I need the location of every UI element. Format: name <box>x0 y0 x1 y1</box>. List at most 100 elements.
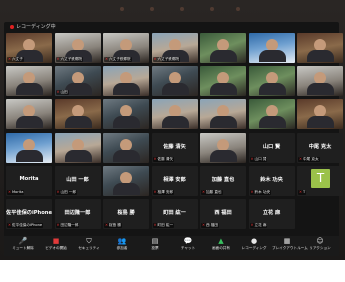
participant-tile[interactable]: 田辺隆一郎 ✕田辺隆一郎 <box>54 199 101 229</box>
participant-tile[interactable]: 中尾 克太 ✕中尾 克太 <box>297 132 343 163</box>
participant-tile[interactable]: ✕六丈子鉄郷院 <box>103 33 149 63</box>
participant-tile[interactable] <box>200 99 246 130</box>
participant-tile[interactable] <box>6 132 52 163</box>
participant-tile[interactable] <box>103 66 149 97</box>
muted-mic-icon: ✕ <box>153 156 157 161</box>
chat-button[interactable]: 💬 チャット <box>173 237 203 255</box>
participant-tile[interactable]: 町田 紘一 ✕町田 紘一 <box>151 199 198 229</box>
poll-button[interactable]: ▤ 投票 <box>140 237 170 255</box>
participant-tile[interactable]: 立花 麻 ✕立花 麻 <box>248 199 295 229</box>
muted-mic-icon: ✕ <box>202 223 206 227</box>
participant-name-text: 中尾 克太 <box>303 156 319 161</box>
participant-name-text: 鈴木 功央 <box>254 189 271 194</box>
video-button[interactable]: ■ ビデオの開始 <box>41 237 71 255</box>
participant-tile[interactable] <box>151 99 198 130</box>
participant-tile[interactable]: ✕山田 <box>54 66 101 97</box>
participant-tile[interactable]: 佐平佳保のiPhone ✕佐平佳保のiPhone <box>6 199 52 229</box>
participant-tile[interactable] <box>200 132 246 163</box>
participant-name-text: 六丈子鉄郷院 <box>60 57 83 61</box>
participant-tile[interactable]: ✕六丈子鉄郷院 <box>151 33 198 63</box>
participant-tile[interactable]: 山田 一郎 ✕山田 一郎 <box>54 165 101 196</box>
participant-name-text: 山田 <box>60 90 68 95</box>
meeting-toolbar: 🎤 ミュート解除 ■ ビデオの開始 ⛉ セキュリティ 👥 参加者 ▤ 投票 💬 チャット ▲ 画面の共有 ●… <box>4 236 339 256</box>
participants-button[interactable]: 👥 参加者 <box>107 237 137 255</box>
participant-tile[interactable] <box>297 99 343 130</box>
participant-name-display: 桜島 勝 <box>117 210 135 216</box>
participant-tile[interactable] <box>248 66 295 97</box>
participant-tile[interactable]: 西 福田 ✕西 福田 <box>200 199 246 229</box>
breakout-label: ブレイクアウトルーム <box>272 246 308 250</box>
participant-name-label: ✕町田 紘一 <box>152 223 175 228</box>
participant-face <box>217 138 229 151</box>
participant-tile[interactable]: 鈴木 功央 ✕鈴木 功央 <box>248 165 295 196</box>
participant-name-label: ✕六丈子鉄郷院 <box>55 57 84 62</box>
muted-mic-icon: ✕ <box>153 223 157 227</box>
participant-name-text: 立花 麻 <box>254 223 267 227</box>
participant-face <box>23 138 35 151</box>
participant-face <box>71 138 84 151</box>
muted-mic-icon: ✕ <box>299 156 303 161</box>
participant-name-label: ✕中尾 克太 <box>298 156 320 162</box>
mute-icon: 🎤 <box>18 237 28 245</box>
participant-body <box>113 182 140 195</box>
participant-tile[interactable] <box>54 132 101 163</box>
recording-label: レコーディング中 <box>16 24 56 30</box>
participant-name-display: 鈴木 功央 <box>260 176 283 183</box>
participant-tile[interactable] <box>103 132 149 163</box>
participant-tile[interactable] <box>248 99 295 130</box>
record-button[interactable]: ● レコーディング <box>239 237 269 255</box>
participant-name-label: ✕立花 麻 <box>249 223 268 228</box>
participant-tile[interactable] <box>248 33 295 63</box>
participant-name-label: ✕桜島 勝 <box>104 223 122 228</box>
participant-tile[interactable] <box>54 99 101 130</box>
participant-name-display: 西 福田 <box>214 210 232 216</box>
chat-icon: 💬 <box>183 237 193 245</box>
participant-tile[interactable] <box>297 33 343 63</box>
participant-name-text: 町田 紘一 <box>157 223 174 227</box>
breakout-button[interactable]: ▦ ブレイクアウトルーム <box>272 237 308 255</box>
participant-tile[interactable] <box>297 66 343 97</box>
participant-face <box>120 138 132 151</box>
muted-mic-icon: ✕ <box>8 57 12 61</box>
security-button[interactable]: ⛉ セキュリティ <box>74 237 104 255</box>
participant-name-label: ✕六丈子鉄郷院 <box>152 57 181 62</box>
participant-tile[interactable]: 佐藤 清矢 ✕佐藤 清矢 <box>151 132 198 163</box>
participant-tile[interactable] <box>200 33 246 63</box>
participant-name-display: 相澤 安郎 <box>163 176 186 183</box>
participant-name-label: ✕T <box>298 189 307 195</box>
mute-button[interactable]: 🎤 ミュート解除 <box>8 237 38 255</box>
share-screen-button[interactable]: ▲ 画面の共有 <box>206 237 236 255</box>
participant-tile[interactable]: 加藤 直也 ✕加藤 直也 <box>200 165 246 196</box>
participant-body <box>258 116 286 129</box>
participants-label: 参加者 <box>116 246 128 250</box>
participant-tile[interactable] <box>103 165 149 196</box>
muted-mic-icon: ✕ <box>202 189 206 194</box>
meeting-window: レコーディング中 ✕六丈子 ✕六丈子鉄郷院 ✕六丈子鉄郷院 ✕六丈子鉄郷院 ✕山田 佐藤 … <box>4 22 343 256</box>
participant-tile[interactable]: Morita ✕Morita <box>6 165 52 196</box>
participant-tile[interactable]: 山口 賢 ✕山口 賢 <box>248 132 295 163</box>
participant-tile[interactable]: ✕六丈子 <box>6 33 52 63</box>
participant-name-text: 田辺隆一郎 <box>60 223 79 227</box>
share-screen-label: 画面の共有 <box>212 246 230 250</box>
participant-tile[interactable] <box>151 66 198 97</box>
participant-body <box>210 116 237 129</box>
participant-tile[interactable]: 相澤 安郎 ✕相澤 安郎 <box>151 165 198 196</box>
participant-name-display: 町田 紘一 <box>163 210 186 216</box>
participant-name-label: ✕Morita <box>7 189 25 195</box>
participant-tile[interactable] <box>200 66 246 97</box>
participant-name-text: 六丈子鉄郷院 <box>157 57 180 61</box>
participant-tile[interactable] <box>6 66 52 97</box>
participant-name-label: ✕相澤 安郎 <box>152 189 175 195</box>
video-icon: ■ <box>52 237 60 245</box>
participant-tile[interactable]: T ✕T <box>297 165 343 196</box>
participant-name-label: ✕山口 賢 <box>249 156 268 162</box>
muted-mic-icon: ✕ <box>299 189 303 194</box>
reactions-button[interactable]: ☺ リアクション <box>305 237 335 255</box>
participant-name-text: 佐藤 清矢 <box>157 156 174 161</box>
participant-name-text: 桜島 勝 <box>109 223 121 227</box>
participant-tile[interactable]: ✕六丈子鉄郷院 <box>54 33 101 63</box>
chat-label: チャット <box>180 246 196 250</box>
participant-tile[interactable] <box>6 99 52 130</box>
participant-tile[interactable]: 桜島 勝 ✕桜島 勝 <box>103 199 149 229</box>
participant-tile[interactable] <box>103 99 149 130</box>
